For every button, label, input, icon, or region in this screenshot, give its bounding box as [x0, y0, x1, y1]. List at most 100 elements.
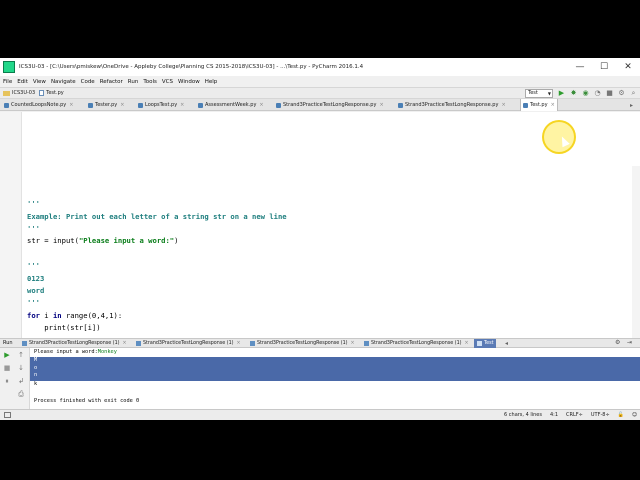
run-tool-window-header: Run Strand3PracticeTestLongResponse (1) ×…	[0, 338, 640, 348]
menu-run[interactable]: Run	[128, 79, 139, 85]
run-config-label: Test	[528, 90, 538, 96]
close-button[interactable]: ✕	[616, 58, 640, 76]
scroll-up-icon[interactable]: ↑	[16, 350, 26, 360]
run-tab-overflow-icon[interactable]: ◂	[505, 339, 508, 348]
close-tab-icon[interactable]: ×	[351, 341, 355, 346]
run-tab-1[interactable]: Strand3PracticeTestLongResponse (1) ×	[22, 339, 127, 348]
tab-overflow-icon[interactable]: ▸	[630, 99, 633, 111]
run-tab-4[interactable]: Strand3PracticeTestLongResponse (1) ×	[364, 339, 469, 348]
tab-label: CountedLoopsNote.py	[11, 102, 67, 108]
scroll-down-icon[interactable]: ↓	[16, 363, 26, 373]
hide-panel-icon[interactable]: ⇥	[627, 339, 632, 346]
stop-icon[interactable]: ■	[2, 363, 12, 373]
close-tab-icon[interactable]: ×	[379, 102, 383, 108]
close-tab-icon[interactable]: ×	[180, 102, 184, 108]
editor-tab-bar: CountedLoopsNote.py × Tester.py × LoopsTes…	[0, 99, 640, 111]
run-config-select[interactable]: Test ▼	[525, 89, 553, 98]
menu-bar: File Edit View Navigate Code Refactor Ru…	[0, 76, 640, 87]
tab-strand3-practice-1[interactable]: Strand3PracticeTestLongResponse.py ×	[276, 99, 384, 111]
tab-test[interactable]: Test.py ×	[520, 99, 558, 111]
status-encoding[interactable]: UTF-8÷	[591, 412, 610, 418]
python-file-icon	[276, 102, 281, 108]
inspection-icon[interactable]: ☺	[632, 412, 637, 418]
python-run-icon	[22, 341, 27, 346]
gear-icon[interactable]: ⚙	[615, 339, 620, 346]
folder-icon	[3, 90, 10, 96]
tab-tester[interactable]: Tester.py ×	[88, 99, 124, 111]
code-keyword: in	[52, 311, 62, 320]
lock-icon[interactable]: 🔓	[618, 412, 624, 418]
tab-assessment-week[interactable]: AssessmentWeek.py ×	[198, 99, 264, 111]
pycharm-window: ICS3U-03 - [C:\Users\pmiskew\OneDrive - …	[0, 58, 640, 420]
maximize-button[interactable]: ☐	[592, 58, 616, 76]
run-tab-test[interactable]: Test	[474, 339, 497, 348]
run-tab-label: Strand3PracticeTestLongResponse (1)	[143, 341, 234, 346]
tab-label: AssessmentWeek.py	[205, 102, 257, 108]
code-line-6: 0123	[27, 274, 45, 283]
tab-counted-loops-note[interactable]: CountedLoopsNote.py ×	[4, 99, 73, 111]
code-line-8: '''	[27, 298, 40, 307]
code-line-7: word	[27, 286, 45, 295]
pause-icon[interactable]: ⏸	[2, 376, 12, 386]
menu-vcs[interactable]: VCS	[162, 79, 173, 85]
python-file-icon	[198, 102, 203, 108]
run-tab-3[interactable]: Strand3PracticeTestLongResponse (1) ×	[250, 339, 355, 348]
close-tab-icon[interactable]: ×	[123, 341, 127, 346]
code-line-10: print(str[i])	[27, 323, 101, 332]
close-tab-icon[interactable]: ×	[237, 341, 241, 346]
menu-navigate[interactable]: Navigate	[51, 79, 76, 85]
coverage-icon[interactable]: ◉	[581, 89, 590, 98]
menu-code[interactable]: Code	[81, 79, 95, 85]
breadcrumb-project[interactable]: ICS3U-03	[12, 90, 35, 96]
close-tab-icon[interactable]: ×	[69, 102, 73, 108]
console-prompt-line: Please input a word:Monkey	[34, 349, 117, 355]
rerun-icon[interactable]: ▶	[2, 350, 12, 360]
tool-windows-icon[interactable]	[4, 412, 11, 418]
close-tab-icon[interactable]: ×	[551, 102, 555, 108]
profile-icon[interactable]: ◔	[593, 89, 602, 98]
soft-wrap-icon[interactable]: ↲	[16, 376, 26, 386]
minimize-button[interactable]: —	[568, 58, 592, 76]
menu-tools[interactable]: Tools	[143, 79, 157, 85]
code-token: i	[39, 311, 53, 320]
tab-label: LoopsTest.py	[145, 102, 178, 108]
menu-file[interactable]: File	[3, 79, 12, 85]
status-line-separator[interactable]: CRLF÷	[566, 412, 583, 418]
console-finish-line: Process finished with exit code 0	[34, 398, 140, 404]
stop-icon[interactable]: ■	[605, 89, 614, 98]
close-tab-icon[interactable]: ×	[465, 341, 469, 346]
run-tab-label: Strand3PracticeTestLongResponse (1)	[371, 341, 462, 346]
close-tab-icon[interactable]: ×	[501, 102, 505, 108]
console-output-line: k	[34, 381, 38, 387]
menu-refactor[interactable]: Refactor	[100, 79, 123, 85]
run-icon[interactable]: ▶	[557, 89, 566, 98]
tab-loops-test[interactable]: LoopsTest.py ×	[138, 99, 184, 111]
print-icon[interactable]: ⎙	[16, 389, 26, 399]
close-tab-icon[interactable]: ×	[259, 102, 263, 108]
menu-view[interactable]: View	[33, 79, 46, 85]
breadcrumb-file[interactable]: Test.py	[46, 90, 64, 96]
close-tab-icon[interactable]: ×	[120, 102, 124, 108]
chevron-down-icon: ▼	[547, 91, 551, 96]
breadcrumb: ICS3U-03 Test.py	[3, 90, 64, 96]
console-selection	[30, 357, 640, 381]
code-token: )	[174, 236, 179, 245]
code-line-2: Example: Print out each letter of a stri…	[27, 212, 287, 221]
run-tab-label: Strand3PracticeTestLongResponse (1)	[257, 341, 348, 346]
settings-icon[interactable]: ⚙	[617, 89, 626, 98]
code-token: str = input(	[27, 236, 79, 245]
title-bar: ICS3U-03 - [C:\Users\pmiskew\OneDrive - …	[0, 58, 640, 76]
console-output-line: o	[34, 365, 38, 371]
status-caret[interactable]: 4:1	[550, 412, 558, 418]
run-tab-2[interactable]: Strand3PracticeTestLongResponse (1) ×	[136, 339, 241, 348]
menu-help[interactable]: Help	[205, 79, 218, 85]
debug-icon[interactable]: ✸	[569, 89, 578, 98]
menu-window[interactable]: Window	[178, 79, 200, 85]
code-line-3: '''	[27, 224, 40, 233]
console-output-line: M	[34, 357, 38, 363]
tab-strand3-practice-2[interactable]: Strand3PracticeTestLongResponse.py ×	[398, 99, 506, 111]
window-title: ICS3U-03 - [C:\Users\pmiskew\OneDrive - …	[19, 64, 364, 70]
run-console[interactable]: Please input a word:Monkey M o n k Proce…	[30, 348, 640, 409]
search-icon[interactable]: ⌕	[629, 89, 638, 98]
menu-edit[interactable]: Edit	[17, 79, 28, 85]
